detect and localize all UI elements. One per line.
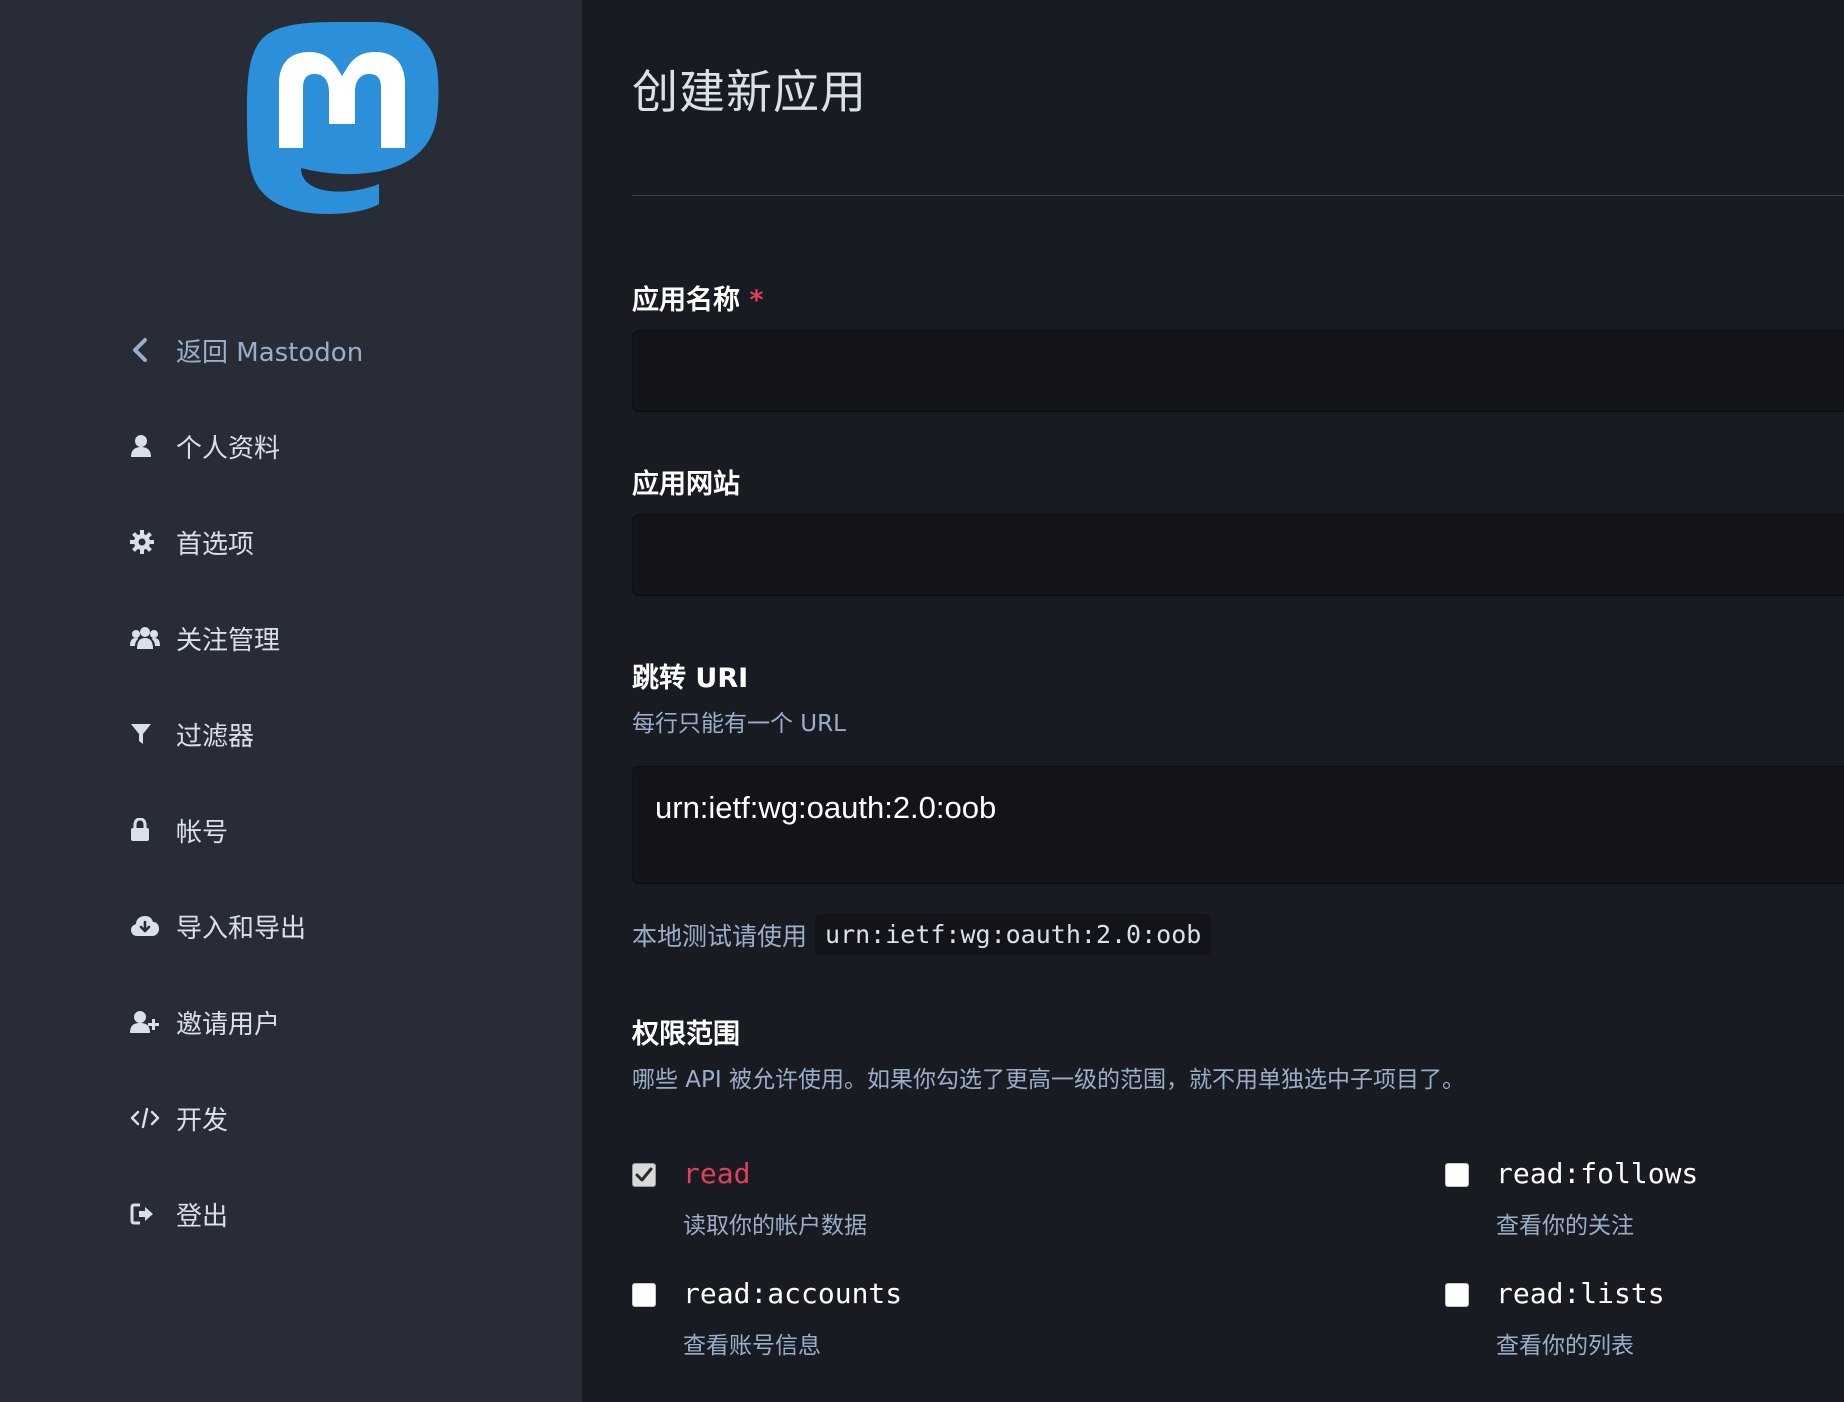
sign-out-icon — [130, 1199, 166, 1229]
sidebar-item-import-export[interactable]: 导入和导出 — [130, 896, 530, 956]
sidebar-item-label: 个人资料 — [176, 433, 281, 464]
user-icon — [130, 431, 166, 461]
sidebar-item-label: 导入和导出 — [176, 913, 307, 944]
local-hint-code: urn:ietf:wg:oauth:2.0:oob — [815, 914, 1212, 955]
scopes-label: 权限范围 — [632, 1019, 740, 1050]
scope-desc: 查看账号信息 — [683, 1333, 821, 1359]
sidebar-item-label: 邀请用户 — [176, 1009, 281, 1040]
scope-name: read:accounts — [683, 1277, 903, 1310]
sidebar-item-filters[interactable]: 过滤器 — [130, 704, 530, 764]
app-website-input[interactable] — [632, 514, 1844, 596]
sidebar-item-logout[interactable]: 登出 — [130, 1184, 530, 1244]
app-name-label-text: 应用名称 — [632, 285, 740, 316]
scope-name: read:follows — [1496, 1157, 1699, 1190]
redirect-uri-local-hint: 本地测试请使用 urn:ietf:wg:oauth:2.0:oob — [632, 914, 1212, 955]
sidebar-item-invites[interactable]: 邀请用户 — [130, 992, 530, 1052]
required-mark: * — [749, 285, 764, 316]
page-title: 创建新应用 — [632, 65, 867, 119]
sidebar-item-label: 关注管理 — [176, 625, 281, 656]
app-name-label: 应用名称 * — [632, 278, 764, 317]
local-hint-text: 本地测试请使用 — [632, 921, 808, 951]
lock-icon — [130, 815, 166, 845]
sidebar-item-label: 开发 — [176, 1105, 229, 1136]
app-website-label: 应用网站 — [632, 469, 740, 500]
code-icon — [130, 1103, 166, 1133]
checkmark-icon — [635, 1167, 653, 1182]
redirect-uri-textarea[interactable]: urn:ietf:wg:oauth:2.0:oob — [632, 766, 1844, 884]
sidebar: 返回 Mastodon 个人资料 首选项 关注管理 过滤器 帐号 导入和导出 邀… — [0, 0, 582, 1402]
scopes-hint: 哪些 API 被允许使用。如果你勾选了更高一级的范围，就不用单独选中子项目了。 — [632, 1067, 1466, 1093]
sidebar-item-development[interactable]: 开发 — [130, 1088, 530, 1148]
sidebar-item-back[interactable]: 返回 Mastodon — [130, 320, 530, 380]
cloud-download-icon — [130, 911, 166, 941]
scope-desc: 读取你的帐户数据 — [683, 1213, 867, 1239]
title-divider — [632, 195, 1844, 196]
scope-name: read:lists — [1496, 1277, 1665, 1310]
gear-icon — [130, 527, 166, 557]
user-plus-icon — [130, 1007, 166, 1037]
app-name-input[interactable] — [632, 330, 1844, 412]
sidebar-item-label: 登出 — [176, 1201, 229, 1232]
sidebar-item-label: 过滤器 — [176, 721, 255, 752]
sidebar-item-relationships[interactable]: 关注管理 — [130, 608, 530, 668]
sidebar-item-label: 帐号 — [176, 817, 229, 848]
mastodon-logo-icon[interactable] — [245, 20, 439, 225]
scope-checkbox-read[interactable] — [632, 1163, 656, 1187]
sidebar-item-label: 首选项 — [176, 529, 255, 560]
redirect-uri-hint: 每行只能有一个 URL — [632, 711, 846, 737]
redirect-uri-label: 跳转 URI — [632, 663, 749, 694]
filter-icon — [130, 719, 166, 749]
scope-desc: 查看你的关注 — [1496, 1213, 1634, 1239]
scope-checkbox-read-follows[interactable] — [1445, 1163, 1469, 1187]
sidebar-item-preferences[interactable]: 首选项 — [130, 512, 530, 572]
users-icon — [130, 623, 166, 653]
sidebar-item-profile[interactable]: 个人资料 — [130, 416, 530, 476]
scope-desc: 查看你的列表 — [1496, 1333, 1634, 1359]
sidebar-item-label: 返回 Mastodon — [176, 337, 364, 368]
main-content: 创建新应用 应用名称 * 应用网站 跳转 URI 每行只能有一个 URL urn… — [582, 0, 1844, 1402]
scope-checkbox-read-accounts[interactable] — [632, 1283, 656, 1307]
chevron-left-icon — [130, 335, 166, 365]
scope-name: read — [683, 1157, 751, 1190]
scope-checkbox-read-lists[interactable] — [1445, 1283, 1469, 1307]
sidebar-item-account[interactable]: 帐号 — [130, 800, 530, 860]
